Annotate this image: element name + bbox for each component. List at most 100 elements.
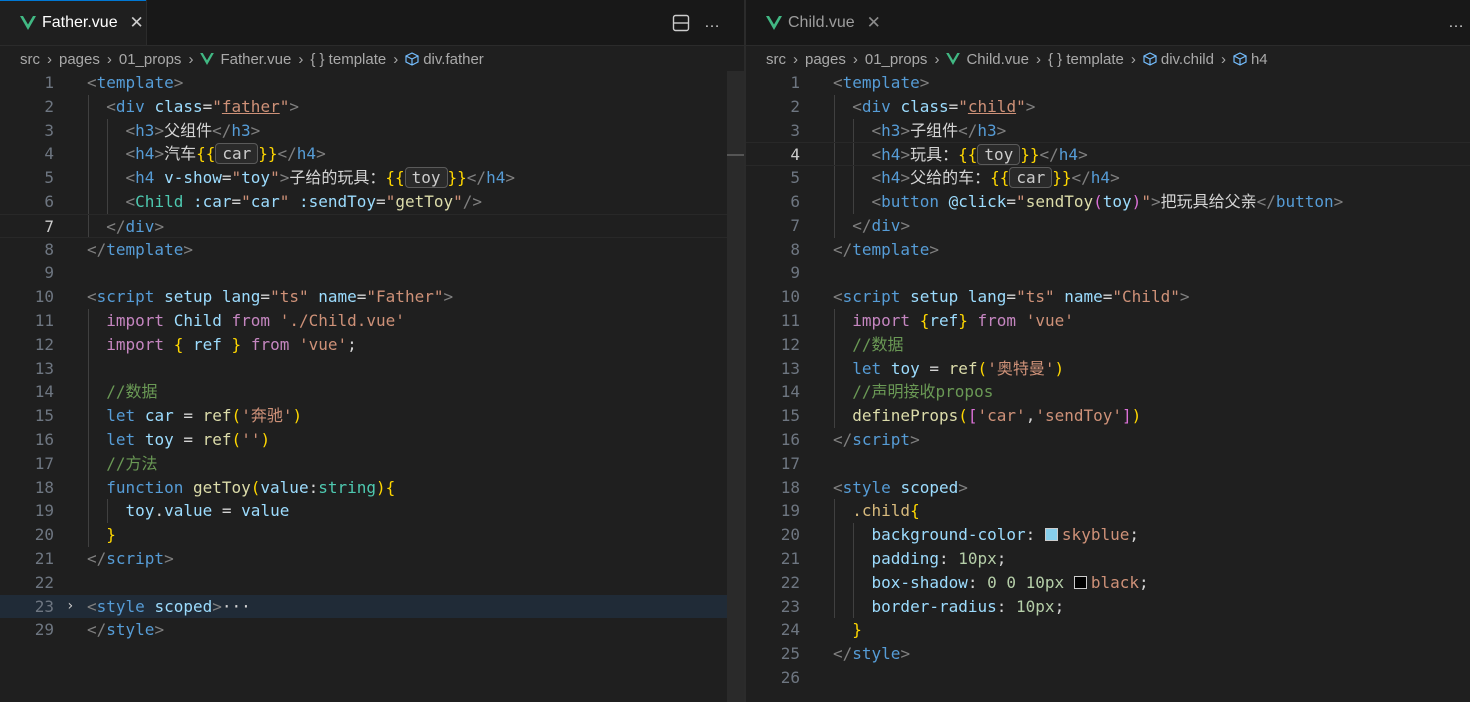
line-number: 15 (34, 406, 54, 426)
right-toolbar: … (1434, 0, 1464, 45)
more-actions-icon[interactable]: … (1448, 14, 1464, 32)
code-line: 22 (0, 571, 744, 595)
line-number: 18 (34, 477, 54, 497)
breadcrumb-item[interactable]: { } template (1048, 51, 1124, 68)
code-editor[interactable]: 1 <template> 2 <div class="father"> 3 <h3… (0, 71, 744, 702)
line-number: 3 (44, 120, 54, 140)
line-number: 22 (34, 572, 54, 592)
line-number: 24 (780, 620, 800, 640)
line-number: 12 (34, 334, 54, 354)
line-number: 3 (790, 120, 800, 140)
code-line: 7 </div> (0, 213, 744, 238)
code-line: 11 import {ref} from 'vue' (746, 309, 1470, 333)
chevron-right-icon: › (1220, 50, 1226, 68)
code-line: 23 border-radius: 10px; (746, 595, 1470, 619)
line-number: 23 (34, 596, 54, 616)
code-line: 11 import Child from './Child.vue' (0, 309, 744, 333)
chevron-right-icon: › (934, 50, 940, 68)
breadcrumb: src › pages › 01_props › Father.vue › { } te… (0, 46, 744, 72)
code-line: 3 <h3>子组件</h3> (746, 119, 1470, 143)
chevron-right-icon: › (47, 50, 52, 68)
chevron-right-icon: › (793, 50, 798, 68)
breadcrumb-item[interactable]: src (766, 51, 786, 68)
breadcrumb-item[interactable]: pages (805, 51, 846, 68)
tab-label: Father.vue (42, 13, 118, 31)
code-line: 8 </template> (0, 238, 744, 262)
breadcrumb-item[interactable]: div.father (423, 51, 484, 68)
breadcrumb-item[interactable]: src (20, 51, 40, 68)
left-tab-bar: Father.vue ✕ … (0, 0, 744, 46)
color-swatch-black[interactable] (1073, 575, 1087, 589)
line-number: 7 (44, 216, 54, 236)
line-number: 4 (790, 145, 800, 165)
breadcrumb-item[interactable]: 01_props (119, 51, 182, 68)
code-line: 1 <template> (746, 71, 1470, 95)
tab-father-vue[interactable]: Father.vue ✕ (0, 0, 147, 45)
breadcrumb-item[interactable]: { } template (310, 51, 386, 68)
code-line: 12 import { ref } from 'vue'; (0, 333, 744, 357)
code-line: 16 </script> (746, 428, 1470, 452)
line-number: 25 (780, 644, 800, 664)
line-number: 1 (44, 73, 54, 92)
line-number: 21 (34, 549, 54, 568)
chevron-right-icon: › (106, 50, 112, 68)
code-line: 5 <h4 v-show="toy">子给的玩具：{{toy}}</h4> (0, 166, 744, 190)
code-line: 8 </template> (746, 238, 1470, 262)
code-editor[interactable]: 1 <template> 2 <div class="child"> 3 <h3>… (746, 71, 1470, 702)
chevron-right-icon: › (1035, 50, 1041, 68)
code-line: 26 (746, 666, 1470, 690)
code-line: 13 (0, 357, 744, 381)
code-line: 4 <h4>汽车{{car}}</h4> (0, 142, 744, 166)
split-editor-icon[interactable] (672, 14, 690, 32)
code-line: 18 <style scoped> (746, 476, 1470, 500)
breadcrumb-item[interactable]: Child.vue (966, 51, 1029, 68)
breadcrumb-item[interactable]: 01_props (865, 51, 928, 68)
code-line: 15 let car = ref('奔驰') (0, 404, 744, 428)
line-number: 23 (780, 596, 800, 616)
line-number: 9 (790, 263, 800, 283)
right-tab-bar: Child.vue ✕ … (746, 0, 1470, 46)
vertical-scrollbar[interactable] (727, 71, 744, 702)
fold-chevron-icon[interactable]: › (66, 595, 74, 619)
vue-file-icon (20, 15, 36, 30)
folded-ellipsis[interactable]: ··· (222, 597, 251, 616)
line-number: 18 (780, 477, 800, 497)
left-editor-group: Father.vue ✕ … src › pages › 01_props › Fat… (0, 0, 744, 702)
breadcrumb-item[interactable]: h4 (1251, 51, 1268, 68)
code-line: 19 toy.value = value (0, 499, 744, 523)
code-line: 22 box-shadow: 0 0 10px black; (746, 571, 1470, 595)
line-number: 2 (790, 96, 800, 116)
code-line: 19 .child{ (746, 499, 1470, 523)
line-number: 20 (780, 525, 800, 545)
breadcrumb-item[interactable]: div.child (1161, 51, 1214, 68)
code-line: 3 <h3>父组件</h3> (0, 119, 744, 143)
cube-icon (1143, 52, 1157, 66)
close-icon[interactable]: ✕ (128, 13, 146, 33)
chevron-right-icon: › (393, 50, 399, 68)
scrollbar-cursor-mark (727, 154, 744, 156)
code-line: 13 let toy = ref('奥特曼') (746, 357, 1470, 381)
vue-file-icon (766, 15, 782, 30)
line-number: 1 (790, 73, 800, 92)
vue-file-icon (200, 53, 215, 65)
breadcrumb-item[interactable]: Father.vue (220, 51, 291, 68)
line-number: 14 (34, 382, 54, 402)
code-line: 16 let toy = ref('') (0, 428, 744, 452)
code-line: 15 defineProps(['car','sendToy']) (746, 404, 1470, 428)
close-icon[interactable]: ✕ (865, 13, 883, 33)
code-line: 7 </div> (746, 214, 1470, 238)
more-actions-icon[interactable]: … (704, 14, 720, 32)
line-number: 29 (34, 620, 54, 640)
line-number: 12 (780, 334, 800, 354)
line-number: 2 (44, 96, 54, 116)
line-number: 21 (780, 549, 800, 568)
breadcrumb-item[interactable]: pages (59, 51, 100, 68)
color-swatch-skyblue[interactable] (1044, 528, 1058, 542)
tab-child-vue[interactable]: Child.vue ✕ (746, 0, 892, 45)
code-line: 4 <h4>玩具：{{toy}}</h4> (746, 142, 1470, 167)
line-number: 19 (780, 501, 800, 521)
line-number: 17 (34, 453, 54, 473)
line-number: 14 (780, 382, 800, 402)
line-number: 22 (780, 572, 800, 592)
line-number: 4 (44, 144, 54, 164)
